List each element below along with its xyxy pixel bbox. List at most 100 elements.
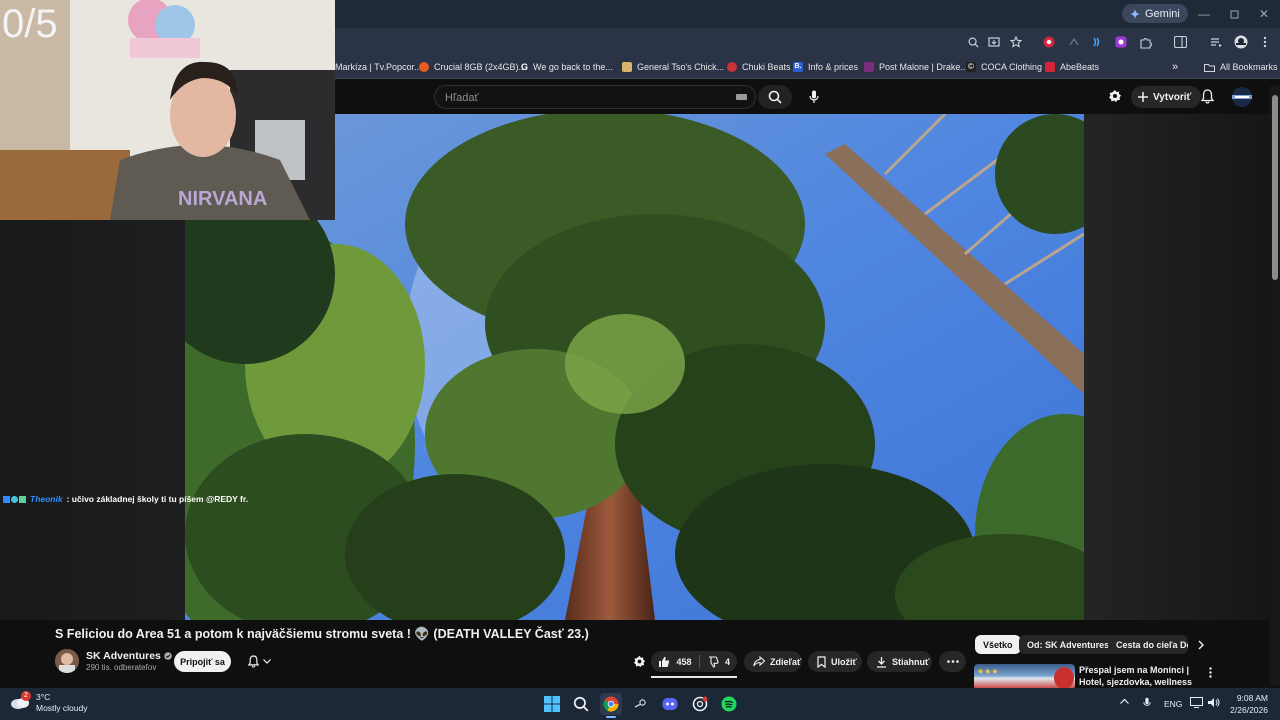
share-arrow-icon xyxy=(753,656,765,667)
all-bookmarks-label: All Bookmarks xyxy=(1220,62,1278,72)
search-icon xyxy=(768,90,782,104)
temperature: 3°C xyxy=(36,692,51,702)
like-button[interactable]: 458 xyxy=(651,651,699,672)
recommended-more-icon[interactable] xyxy=(1204,665,1216,679)
extension-waves-icon[interactable] xyxy=(1089,34,1105,50)
search-box[interactable] xyxy=(434,85,756,109)
create-label: Vytvoriť xyxy=(1153,91,1192,103)
profile-avatar[interactable] xyxy=(1233,34,1249,50)
bookmark-abebeats[interactable]: AbeBeats xyxy=(1045,58,1099,76)
recommended-video-thumbnail[interactable]: ★★★ xyxy=(974,664,1075,690)
network-display-icon[interactable] xyxy=(1190,697,1203,708)
clock-time: 9:08 AM xyxy=(1236,693,1268,703)
gemini-button[interactable]: Gemini xyxy=(1122,4,1188,23)
channel-name: SK Adventures xyxy=(86,650,161,662)
recipe-favicon-icon xyxy=(622,62,632,72)
page-scrollbar-thumb[interactable] xyxy=(1272,95,1278,280)
chip-path[interactable]: Cesta do cieľa Do xyxy=(1108,635,1188,654)
discord-taskbar-icon[interactable] xyxy=(659,693,681,715)
download-button[interactable]: Stiahnuť xyxy=(867,651,932,672)
crucial-favicon-icon xyxy=(419,62,429,72)
install-app-icon[interactable] xyxy=(986,34,1002,50)
spotify-taskbar-icon[interactable] xyxy=(718,693,740,715)
svg-text:NIRVANA: NIRVANA xyxy=(178,188,267,210)
bookmark-label: COCA Clothing xyxy=(981,62,1043,72)
taskbar-search-icon[interactable] xyxy=(570,693,592,715)
more-bookmarks-chevron-icon[interactable]: » xyxy=(1172,58,1178,76)
folder-icon xyxy=(1204,63,1215,72)
more-horizontal-icon xyxy=(946,660,959,663)
more-actions-button[interactable] xyxy=(939,651,966,672)
bookmark-info-prices[interactable]: B. Info & prices xyxy=(793,58,858,76)
recommended-video-title[interactable]: Přespal jsem na Monínci | Hotel, sjezdov… xyxy=(1079,664,1207,688)
extension-gear-icon[interactable] xyxy=(1108,89,1122,103)
side-panel-icon[interactable] xyxy=(1172,34,1188,50)
extension-gear-small-icon[interactable] xyxy=(633,655,646,668)
bookmark-post-malone[interactable]: Post Malone | Drake... xyxy=(864,58,968,76)
all-bookmarks-button[interactable]: All Bookmarks xyxy=(1204,58,1278,76)
chip-from-channel[interactable]: Od: SK Adventures xyxy=(1019,635,1118,654)
thumbs-up-icon xyxy=(658,656,670,668)
bookmark-star-icon[interactable] xyxy=(1008,34,1024,50)
gemini-label: Gemini xyxy=(1145,7,1180,20)
steam-taskbar-icon[interactable] xyxy=(629,693,651,715)
extension-arrow-icon[interactable] xyxy=(1066,34,1082,50)
chat-username: Theonik xyxy=(30,494,63,504)
chat-message: Theonik : učivo základnej školy ti tu pí… xyxy=(3,494,248,504)
chuki-favicon-icon xyxy=(727,62,737,72)
ubisoft-taskbar-icon[interactable] xyxy=(689,693,711,715)
system-clock[interactable]: 9:08 AM 2/26/2026 xyxy=(1224,692,1268,716)
bookmark-label: Crucial 8GB (2x4GB)... xyxy=(434,62,527,72)
restore-button[interactable] xyxy=(1224,6,1244,22)
browser-menu-icon[interactable] xyxy=(1257,34,1273,50)
create-button[interactable]: Vytvoriť xyxy=(1131,86,1202,108)
keyboard-icon[interactable] xyxy=(736,94,747,100)
bookmark-general-tso[interactable]: General Tso's Chick... xyxy=(622,58,724,76)
microphone-icon xyxy=(809,90,819,104)
channel-name-link[interactable]: SK Adventures xyxy=(86,650,172,662)
chevron-down-icon xyxy=(262,659,271,664)
account-avatar[interactable] xyxy=(1232,87,1252,107)
weather-widget[interactable]: 2 3°C Mostly cloudy xyxy=(10,691,88,714)
chat-text: : učivo základnej školy ti tu píšem @RED… xyxy=(66,494,249,504)
weather-condition: Mostly cloudy xyxy=(36,703,88,713)
voice-search-button[interactable] xyxy=(800,84,828,110)
svg-text:★★★: ★★★ xyxy=(977,667,999,676)
microphone-tray-icon[interactable] xyxy=(1143,697,1151,709)
close-window-button[interactable]: ✕ xyxy=(1254,6,1274,22)
show-hidden-icons-chevron-icon[interactable] xyxy=(1120,698,1129,704)
subscription-bell-button[interactable] xyxy=(238,651,280,672)
dislike-count: 4 xyxy=(724,656,730,667)
channel-avatar[interactable] xyxy=(55,649,79,673)
zoom-icon[interactable] xyxy=(965,34,981,50)
search-input[interactable] xyxy=(443,89,737,107)
subscriber-count: 290 tis. odberateľov xyxy=(86,663,157,672)
chat-badges-icon xyxy=(3,495,26,503)
chip-all[interactable]: Všetko xyxy=(975,635,1021,654)
windows-start-icon[interactable] xyxy=(541,693,563,715)
notifications-bell-icon[interactable] xyxy=(1201,89,1214,104)
share-button[interactable]: Zdieľať xyxy=(744,651,802,672)
weather-badge: 2 xyxy=(21,691,31,701)
bookmark-label: Markíza | Tv.Popcor... xyxy=(335,62,422,72)
bookmark-label: AbeBeats xyxy=(1060,62,1100,72)
bookmark-markiza[interactable]: Markíza | Tv.Popcor... xyxy=(335,58,422,76)
bookmark-crucial[interactable]: Crucial 8GB (2x4GB)... xyxy=(419,58,526,76)
save-button[interactable]: Uložiť xyxy=(808,651,862,672)
dislike-button[interactable]: 4 xyxy=(700,651,737,672)
language-indicator[interactable]: ENG xyxy=(1164,699,1182,709)
chrome-taskbar-icon[interactable] xyxy=(600,693,622,715)
bookmark-coca-clothing[interactable]: © COCA Clothing xyxy=(966,58,1042,76)
extensions-puzzle-icon[interactable] xyxy=(1137,34,1153,50)
bookmark-google[interactable]: G We go back to the... xyxy=(521,58,613,76)
bookmark-label: Post Malone | Drake... xyxy=(879,62,968,72)
bookmark-chuki-beats[interactable]: Chuki Beats xyxy=(727,58,791,76)
extension-purple-icon[interactable] xyxy=(1113,34,1129,50)
search-button[interactable] xyxy=(758,85,792,109)
minimize-button[interactable]: — xyxy=(1194,6,1214,22)
volume-icon[interactable] xyxy=(1207,697,1220,708)
chips-next-chevron-icon[interactable] xyxy=(1192,636,1210,654)
join-button[interactable]: Pripojiť sa xyxy=(174,651,231,672)
media-control-icon[interactable] xyxy=(1208,34,1224,50)
extension-red-icon[interactable] xyxy=(1041,34,1057,50)
